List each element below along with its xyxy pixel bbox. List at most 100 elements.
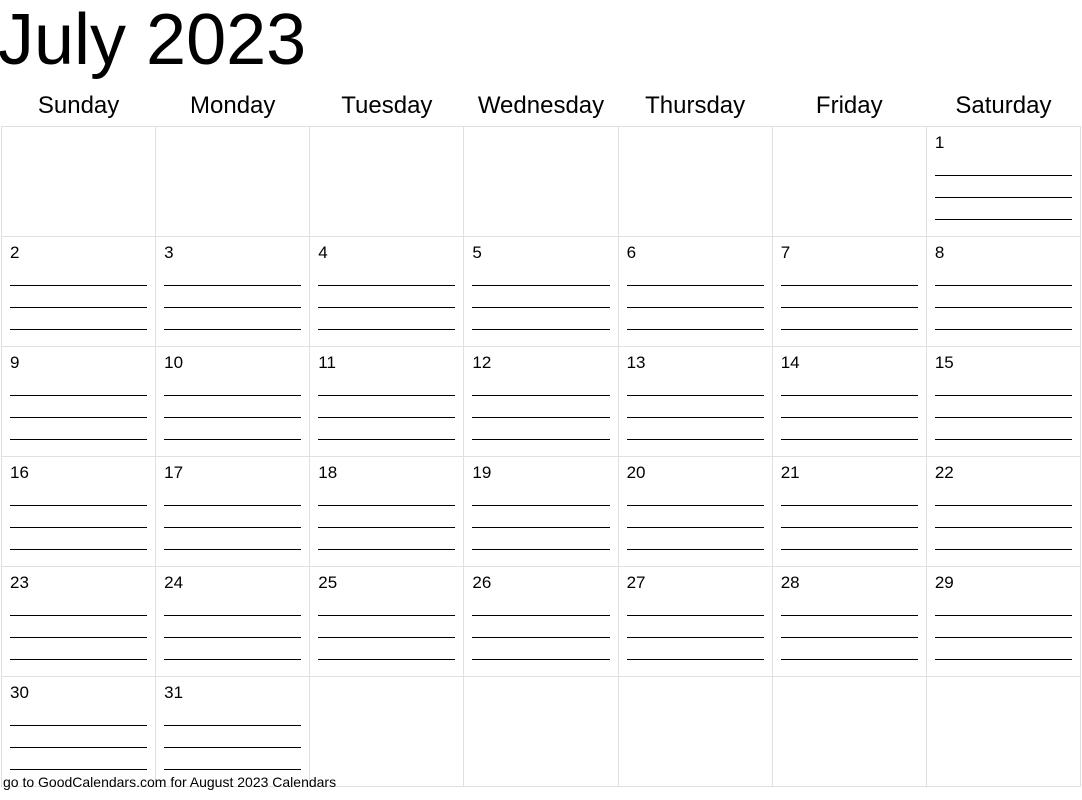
note-line (164, 374, 301, 396)
note-line (10, 616, 147, 638)
day-number: 1 (935, 133, 1072, 153)
note-line (318, 594, 455, 616)
note-lines (164, 484, 301, 550)
day-number: 13 (627, 353, 764, 373)
day-number: 14 (781, 353, 918, 373)
note-line (627, 374, 764, 396)
day-number: 8 (935, 243, 1072, 263)
day-number: 20 (627, 463, 764, 483)
note-lines (935, 264, 1072, 330)
day-number: 16 (10, 463, 147, 483)
day-number: 9 (10, 353, 147, 373)
calendar-day-cell: 3 (156, 236, 310, 346)
note-line (627, 616, 764, 638)
note-line (935, 286, 1072, 308)
calendar-day-cell (618, 126, 772, 236)
note-line (472, 506, 609, 528)
calendar-day-cell: 31 (156, 676, 310, 786)
day-number: 19 (472, 463, 609, 483)
day-number: 23 (10, 573, 147, 593)
note-line (10, 506, 147, 528)
note-line (935, 198, 1072, 220)
calendar-day-cell (310, 676, 464, 786)
note-line (935, 484, 1072, 506)
note-lines (164, 704, 301, 770)
note-line (164, 616, 301, 638)
calendar-week-row: 1 (2, 126, 1081, 236)
day-number: 4 (318, 243, 455, 263)
calendar-day-cell (772, 126, 926, 236)
calendar-title: July 2023 (0, 0, 1082, 88)
note-line (472, 638, 609, 660)
calendar-day-cell: 27 (618, 566, 772, 676)
day-number: 18 (318, 463, 455, 483)
note-line (164, 286, 301, 308)
note-lines (164, 264, 301, 330)
calendar-day-cell: 6 (618, 236, 772, 346)
note-line (318, 506, 455, 528)
weekday-header: Sunday (2, 88, 156, 127)
note-lines (472, 264, 609, 330)
note-line (164, 396, 301, 418)
note-lines (935, 484, 1072, 550)
note-lines (318, 594, 455, 660)
note-line (318, 484, 455, 506)
note-line (935, 308, 1072, 330)
note-line (781, 286, 918, 308)
day-number: 7 (781, 243, 918, 263)
note-line (627, 484, 764, 506)
note-line (318, 396, 455, 418)
note-line (781, 528, 918, 550)
note-line (318, 286, 455, 308)
note-line (781, 396, 918, 418)
note-line (318, 418, 455, 440)
calendar-day-cell: 15 (926, 346, 1080, 456)
note-line (781, 594, 918, 616)
note-lines (472, 484, 609, 550)
day-number: 29 (935, 573, 1072, 593)
note-line (781, 506, 918, 528)
note-lines (164, 594, 301, 660)
day-number: 2 (10, 243, 147, 263)
day-number: 31 (164, 683, 301, 703)
weekday-header-row: Sunday Monday Tuesday Wednesday Thursday… (2, 88, 1081, 127)
note-line (935, 264, 1072, 286)
note-line (164, 638, 301, 660)
note-line (10, 286, 147, 308)
note-lines (318, 484, 455, 550)
note-line (164, 528, 301, 550)
note-line (935, 638, 1072, 660)
note-line (781, 616, 918, 638)
note-line (10, 594, 147, 616)
note-line (781, 418, 918, 440)
note-line (10, 396, 147, 418)
calendar-day-cell: 20 (618, 456, 772, 566)
note-lines (627, 594, 764, 660)
calendar-day-cell (618, 676, 772, 786)
calendar-day-cell: 14 (772, 346, 926, 456)
calendar-day-cell (156, 126, 310, 236)
calendar-day-cell (772, 676, 926, 786)
note-line (164, 594, 301, 616)
calendar-week-row: 16171819202122 (2, 456, 1081, 566)
calendar-day-cell: 5 (464, 236, 618, 346)
day-number: 12 (472, 353, 609, 373)
note-lines (627, 484, 764, 550)
day-number: 21 (781, 463, 918, 483)
note-line (472, 616, 609, 638)
day-number: 11 (318, 353, 455, 373)
note-line (10, 484, 147, 506)
note-line (627, 418, 764, 440)
note-line (472, 418, 609, 440)
footer-note: go to GoodCalendars.com for August 2023 … (2, 772, 337, 792)
note-line (781, 308, 918, 330)
calendar-day-cell: 28 (772, 566, 926, 676)
day-number: 6 (627, 243, 764, 263)
note-line (10, 638, 147, 660)
note-line (164, 748, 301, 770)
note-line (472, 528, 609, 550)
note-line (164, 484, 301, 506)
note-line (935, 418, 1072, 440)
note-line (935, 528, 1072, 550)
calendar-day-cell: 11 (310, 346, 464, 456)
